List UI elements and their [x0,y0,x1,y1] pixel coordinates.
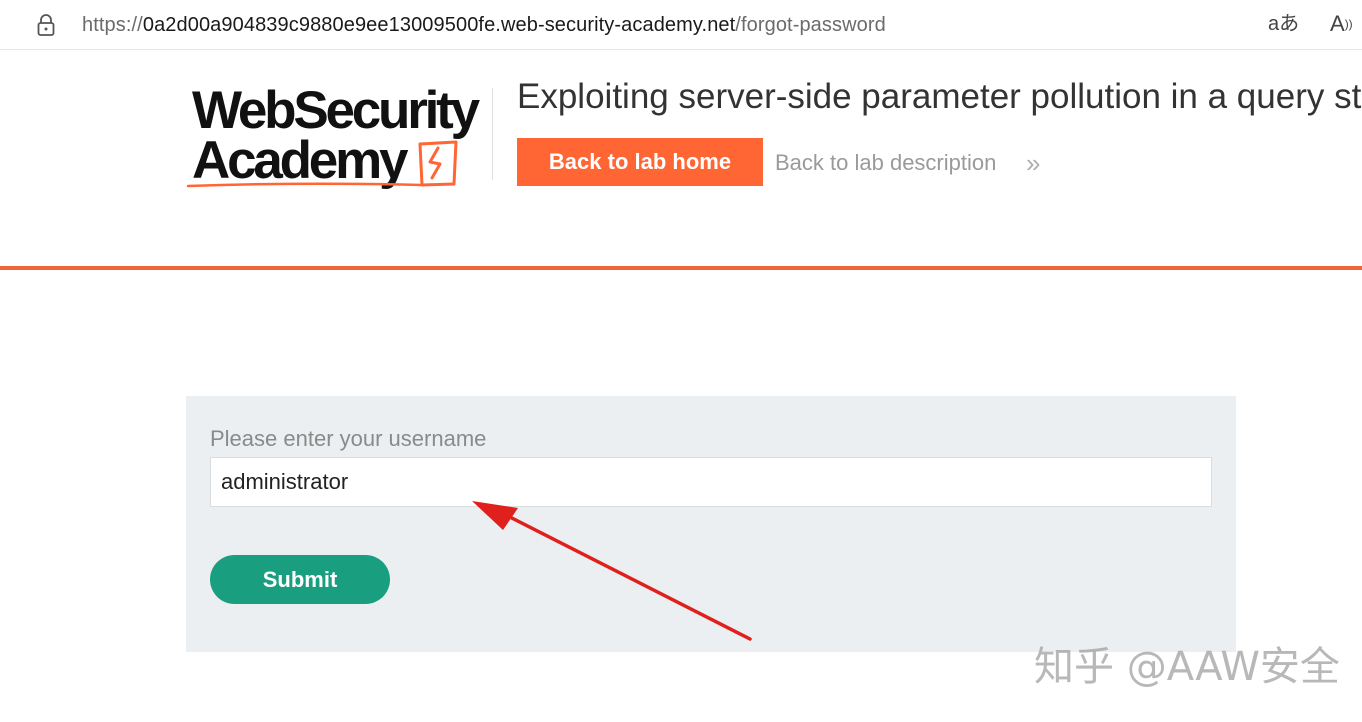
read-aloud-letter: A [1330,11,1345,36]
username-input[interactable] [210,457,1212,507]
header-rule [0,266,1362,270]
lab-title: Exploiting server-side parameter polluti… [517,77,1362,116]
translate-icon[interactable]: aあ [1268,12,1299,36]
url-path: /forgot-password [735,14,886,36]
url-scheme: https:// [82,14,143,36]
header-divider [492,88,493,180]
browser-address-bar: https://0a2d00a904839c9880e9ee13009500fe… [0,0,1362,50]
lock-icon[interactable] [36,13,56,37]
back-to-lab-home-button[interactable]: Back to lab home [517,138,763,186]
page: https://0a2d00a904839c9880e9ee13009500fe… [0,0,1362,722]
forgot-password-form: Please enter your username Submit [186,396,1236,652]
url-field[interactable]: https://0a2d00a904839c9880e9ee13009500fe… [82,13,886,37]
web-security-academy-logo[interactable]: WebSecurity Academy [186,84,488,194]
back-to-lab-description-link[interactable]: Back to lab description [775,149,996,177]
lightning-bolt-icon [418,140,458,187]
watermark: 知乎 @AAW安全 [1034,644,1340,690]
username-label: Please enter your username [210,426,487,451]
logo-line-1: WebSecurity [192,81,480,140]
submit-button[interactable]: Submit [210,555,390,604]
double-chevron-right-icon[interactable]: » [1026,150,1040,176]
logo-underline-icon [186,182,424,188]
read-aloud-icon[interactable]: A)) [1330,10,1353,38]
url-host: 0a2d00a904839c9880e9ee13009500fe.web-sec… [142,14,736,36]
